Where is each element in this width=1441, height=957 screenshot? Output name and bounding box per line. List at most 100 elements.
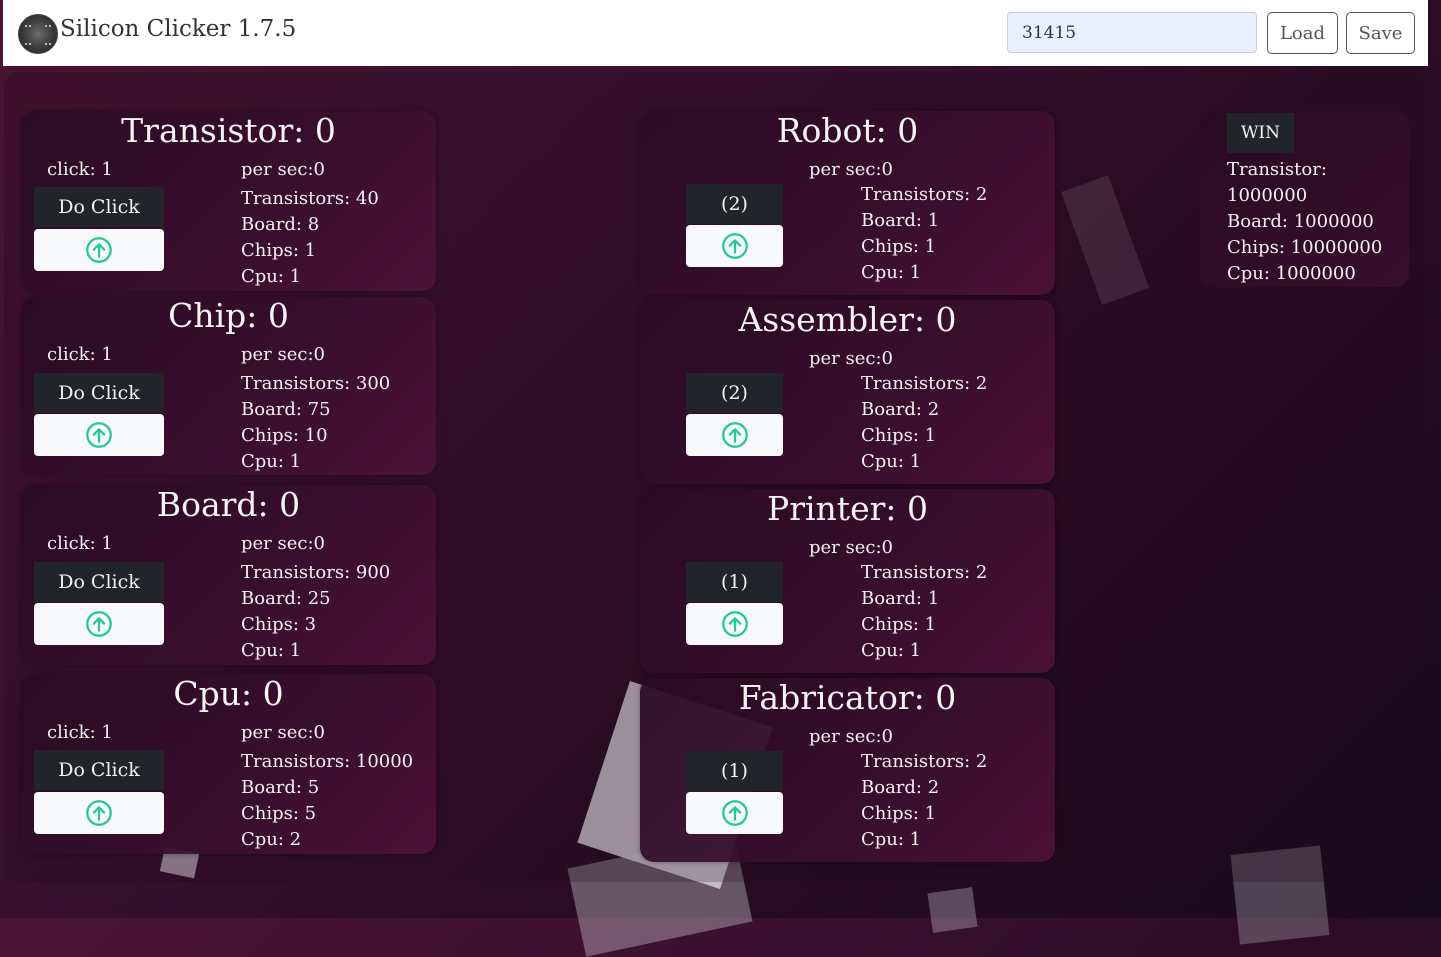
upgrade-button[interactable] xyxy=(686,414,783,456)
arrow-up-circle-icon xyxy=(86,237,112,263)
upgrade-button[interactable] xyxy=(34,229,164,271)
click-value: click: 1 xyxy=(47,722,113,743)
buy-robot-button[interactable]: (2) xyxy=(686,184,783,224)
win-requirement-cpu: Cpu: 1000000 xyxy=(1227,263,1356,284)
upgrade-button[interactable] xyxy=(34,414,164,456)
upgrade-button[interactable] xyxy=(686,792,783,834)
arrow-up-circle-icon xyxy=(721,800,748,826)
cost-transistors: Transistors: 900 xyxy=(241,562,391,583)
arrow-up-circle-icon xyxy=(86,611,112,637)
cost-transistors: Transistors: 2 xyxy=(861,751,988,772)
card-title: Printer: 0 xyxy=(767,489,928,528)
win-requirement-transistor-value: 1000000 xyxy=(1227,185,1308,206)
save-code-input[interactable] xyxy=(1007,12,1257,53)
click-value: click: 1 xyxy=(47,344,113,365)
resource-card-chip: Chip: 0 click: 1 per sec:0 Transistors: … xyxy=(21,296,436,475)
cost-cpu: Cpu: 1 xyxy=(861,451,922,472)
do-click-button[interactable]: Do Click xyxy=(34,562,164,602)
arrow-up-circle-icon xyxy=(721,233,748,259)
win-requirement-chips: Chips: 10000000 xyxy=(1227,237,1383,258)
cost-cpu: Cpu: 1 xyxy=(241,266,302,287)
card-title: Robot: 0 xyxy=(776,111,919,150)
cost-list: Transistors: 10000 Board: 5 Chips: 5 Cpu… xyxy=(241,749,413,853)
cost-chips: Chips: 5 xyxy=(241,803,317,824)
per-sec-value: per sec:0 xyxy=(809,537,893,558)
cost-cpu: Cpu: 1 xyxy=(241,640,302,661)
win-button[interactable]: WIN xyxy=(1227,113,1294,153)
buy-fabricator-button[interactable]: (1) xyxy=(686,751,783,791)
cost-chips: Chips: 1 xyxy=(241,240,317,261)
card-title: Board: 0 xyxy=(156,485,301,524)
automation-card-printer: Printer: 0 per sec:0 Transistors: 2 Boar… xyxy=(640,489,1055,673)
cost-chips: Chips: 10 xyxy=(241,425,328,446)
automation-card-assembler: Assembler: 0 per sec:0 Transistors: 2 Bo… xyxy=(640,300,1055,484)
arrow-up-circle-icon xyxy=(721,611,748,637)
buy-printer-button[interactable]: (1) xyxy=(686,562,783,602)
upgrade-button[interactable] xyxy=(686,603,783,645)
cost-list: Transistors: 2 Board: 1 Chips: 1 Cpu: 1 xyxy=(861,182,987,286)
win-requirement-board: Board: 1000000 xyxy=(1227,211,1374,232)
cost-board: Board: 1 xyxy=(861,210,940,231)
top-bar: Silicon Clicker 1.7.5 Load Save xyxy=(3,0,1428,66)
card-title: Cpu: 0 xyxy=(173,674,284,713)
card-title: Fabricator: 0 xyxy=(738,678,957,717)
win-requirements: Transistor: 1000000 Board: 1000000 Chips… xyxy=(1227,157,1402,287)
resource-card-board: Board: 0 click: 1 per sec:0 Transistors:… xyxy=(21,485,436,665)
do-click-button[interactable]: Do Click xyxy=(34,750,164,790)
do-click-button[interactable]: Do Click xyxy=(34,187,164,227)
save-button[interactable]: Save xyxy=(1346,12,1415,54)
do-click-button[interactable]: Do Click xyxy=(34,373,164,413)
resource-card-cpu: Cpu: 0 click: 1 per sec:0 Transistors: 1… xyxy=(21,674,436,854)
per-sec-value: per sec:0 xyxy=(241,533,325,554)
cost-list: Transistors: 2 Board: 1 Chips: 1 Cpu: 1 xyxy=(861,560,987,664)
cost-board: Board: 8 xyxy=(241,214,320,235)
per-sec-value: per sec:0 xyxy=(241,722,325,743)
win-card: WIN Transistor: 1000000 Board: 1000000 C… xyxy=(1200,111,1409,287)
cost-cpu: Cpu: 1 xyxy=(861,640,922,661)
upgrade-button[interactable] xyxy=(686,225,783,267)
cost-transistors: Transistors: 2 xyxy=(861,562,988,583)
cost-chips: Chips: 1 xyxy=(861,614,937,635)
automation-card-fabricator: Fabricator: 0 per sec:0 Transistors: 2 B… xyxy=(640,678,1055,862)
cost-cpu: Cpu: 2 xyxy=(241,829,302,850)
per-sec-value: per sec:0 xyxy=(241,344,325,365)
resource-card-transistor: Transistor: 0 click: 1 per sec:0 Transis… xyxy=(21,111,436,291)
click-value: click: 1 xyxy=(47,533,113,554)
per-sec-value: per sec:0 xyxy=(809,726,893,747)
arrow-up-circle-icon xyxy=(721,422,748,448)
background-square xyxy=(927,887,978,933)
cost-transistors: Transistors: 2 xyxy=(861,184,988,205)
win-requirement-transistor-label: Transistor: xyxy=(1227,159,1327,180)
cost-board: Board: 1 xyxy=(861,588,940,609)
chip-logo-icon xyxy=(18,14,58,54)
cost-transistors: Transistors: 40 xyxy=(241,188,379,209)
cost-transistors: Transistors: 10000 xyxy=(241,751,414,772)
cost-cpu: Cpu: 1 xyxy=(861,829,922,850)
card-title: Chip: 0 xyxy=(168,296,289,335)
cost-list: Transistors: 2 Board: 2 Chips: 1 Cpu: 1 xyxy=(861,749,987,853)
cost-board: Board: 2 xyxy=(861,777,940,798)
arrow-up-circle-icon xyxy=(86,422,112,448)
upgrade-button[interactable] xyxy=(34,603,164,645)
cost-list: Transistors: 2 Board: 2 Chips: 1 Cpu: 1 xyxy=(861,371,987,475)
load-button[interactable]: Load xyxy=(1267,12,1338,54)
cost-chips: Chips: 1 xyxy=(861,236,937,257)
click-value: click: 1 xyxy=(47,159,113,180)
cost-list: Transistors: 40 Board: 8 Chips: 1 Cpu: 1 xyxy=(241,186,379,290)
cost-chips: Chips: 1 xyxy=(861,425,937,446)
per-sec-value: per sec:0 xyxy=(241,159,325,180)
app-title: Silicon Clicker 1.7.5 xyxy=(60,16,297,42)
cost-transistors: Transistors: 300 xyxy=(241,373,391,394)
cost-list: Transistors: 900 Board: 25 Chips: 3 Cpu:… xyxy=(241,560,390,664)
cost-board: Board: 75 xyxy=(241,399,331,420)
cost-chips: Chips: 3 xyxy=(241,614,317,635)
cost-board: Board: 2 xyxy=(861,399,940,420)
cost-cpu: Cpu: 1 xyxy=(861,262,922,283)
cost-list: Transistors: 300 Board: 75 Chips: 10 Cpu… xyxy=(241,371,390,475)
card-title: Assembler: 0 xyxy=(738,300,957,339)
card-title: Transistor: 0 xyxy=(121,111,336,150)
upgrade-button[interactable] xyxy=(34,792,164,834)
cost-board: Board: 25 xyxy=(241,588,331,609)
arrow-up-circle-icon xyxy=(86,800,112,826)
buy-assembler-button[interactable]: (2) xyxy=(686,373,783,413)
